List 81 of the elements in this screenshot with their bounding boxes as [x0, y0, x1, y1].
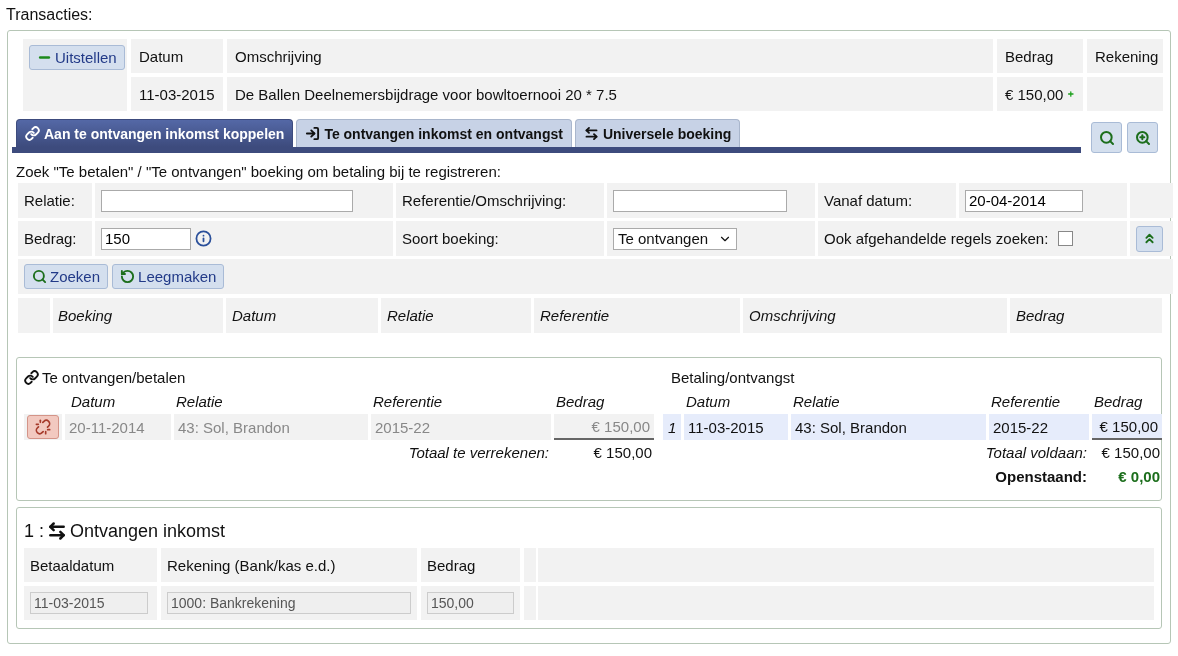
sign-in-icon [305, 126, 321, 141]
relation-field[interactable] [101, 189, 353, 212]
column-header: Datum [226, 298, 378, 333]
amount-field[interactable]: 150 [101, 227, 191, 250]
column-header: Referentie [534, 298, 740, 333]
table-cell: 11-03-2015 [684, 414, 788, 440]
column-header: Bedrag [421, 548, 520, 582]
section-title: Transacties: [6, 6, 94, 24]
column-header: Omschrijving [227, 39, 993, 73]
form-label: Soort boeking: [396, 221, 604, 256]
link-icon [24, 369, 39, 385]
tab[interactable]: Universele boeking [574, 119, 741, 147]
column-header: Relatie [175, 391, 224, 412]
column-header: Betaaldatum [24, 548, 157, 582]
zoom-in-button[interactable] [1127, 122, 1158, 153]
form-label: Bedrag: [18, 221, 92, 256]
table-cell: 11-03-2015 [131, 77, 223, 111]
column-header: Datum [70, 391, 117, 412]
table-cell: 2015-22 [371, 414, 551, 440]
column-header: Relatie [792, 391, 841, 412]
column-header: Bedrag [1093, 391, 1144, 412]
search-form-button[interactable]: Leegmaken [112, 264, 225, 289]
table-cell: 20-11-2014 [65, 414, 171, 440]
column-header: Rekening (Bank/kas e.d.) [161, 548, 417, 582]
column-header: Relatie [381, 298, 531, 333]
search-form-button[interactable]: Zoeken [24, 264, 109, 289]
postpone-button[interactable]: Uitstellen [29, 45, 125, 70]
column-header: Datum [131, 39, 223, 73]
arrows-icon [583, 126, 599, 141]
table-cell: 2015-22 [989, 414, 1089, 440]
column-header: Bedrag [997, 39, 1083, 73]
collapse-button[interactable] [1136, 225, 1163, 252]
booking-number: 1 : [24, 520, 44, 542]
total-value: € 150,00 [1100, 442, 1161, 463]
column-header: Bedrag [1010, 298, 1162, 333]
amount-field[interactable]: 150,00 [427, 592, 514, 614]
form-label: Relatie: [18, 183, 92, 218]
table-cell: 1 [663, 414, 681, 440]
table-cell: De Ballen Deelnemersbijdrage voor bowltoernooi 20 * 7.5 [227, 77, 993, 111]
info-icon[interactable] [195, 230, 212, 247]
search-heading: Zoek "Te betalen" / "Te ontvangen" boeking om betaling bij te registreren: [16, 163, 502, 180]
date-field[interactable]: 11-03-2015 [30, 592, 148, 614]
column-header: Referentie [372, 391, 444, 412]
form-label: Ook afgehandelde regels zoeken: [824, 230, 1049, 247]
date-field[interactable]: 20-04-2014 [965, 189, 1083, 212]
booking-type-select[interactable]: Te ontvangen [613, 227, 738, 250]
table-cell: 43: Sol, Brandon [791, 414, 986, 440]
search-button[interactable] [1091, 122, 1122, 153]
link-icon [25, 126, 40, 141]
checkbox[interactable] [1058, 231, 1074, 246]
panel-title: Betaling/ontvangst [671, 368, 795, 386]
total-label: Totaal voldaan: [984, 442, 1088, 463]
total-value: € 150,00 [592, 442, 653, 463]
form-label: Referentie/Omschrijving: [396, 183, 604, 218]
search-icon [32, 269, 47, 284]
table-cell: 43: Sol, Brandon [174, 414, 368, 440]
column-header: Rekening [1087, 39, 1163, 73]
account-field[interactable]: 1000: Bankrekening [167, 592, 411, 614]
table-cell: € 150,00 [554, 414, 654, 440]
form-label: Vanaf datum: [818, 183, 956, 218]
column-header: Omschrijving [743, 298, 1007, 333]
total-label: Totaal te verrekenen: [407, 442, 550, 463]
broken-link-icon [35, 419, 51, 435]
arrows-icon [47, 521, 67, 541]
table-cell: € 150,00 [1092, 414, 1162, 440]
reference-field[interactable] [613, 189, 787, 212]
column-header: Boeking [53, 298, 223, 333]
tab[interactable]: Aan te ontvangen inkomst koppelen [16, 119, 294, 147]
open-value: € 0,00 [1117, 466, 1161, 487]
undo-icon [120, 269, 136, 284]
column-header: Referentie [990, 391, 1062, 412]
panel-title: Te ontvangen/betalen [42, 368, 186, 386]
open-label: Openstaand: [994, 466, 1088, 487]
column-header: Datum [685, 391, 732, 412]
amount-text: € 150,00 [1005, 85, 1064, 103]
search-icon [1098, 129, 1115, 146]
zoom-in-icon [1134, 129, 1151, 146]
form-cell [1130, 183, 1173, 218]
column-header: Bedrag [555, 391, 606, 412]
tab[interactable]: Te ontvangen inkomst en ontvangst [296, 119, 572, 147]
panel-title: Ontvangen inkomst [70, 520, 226, 542]
